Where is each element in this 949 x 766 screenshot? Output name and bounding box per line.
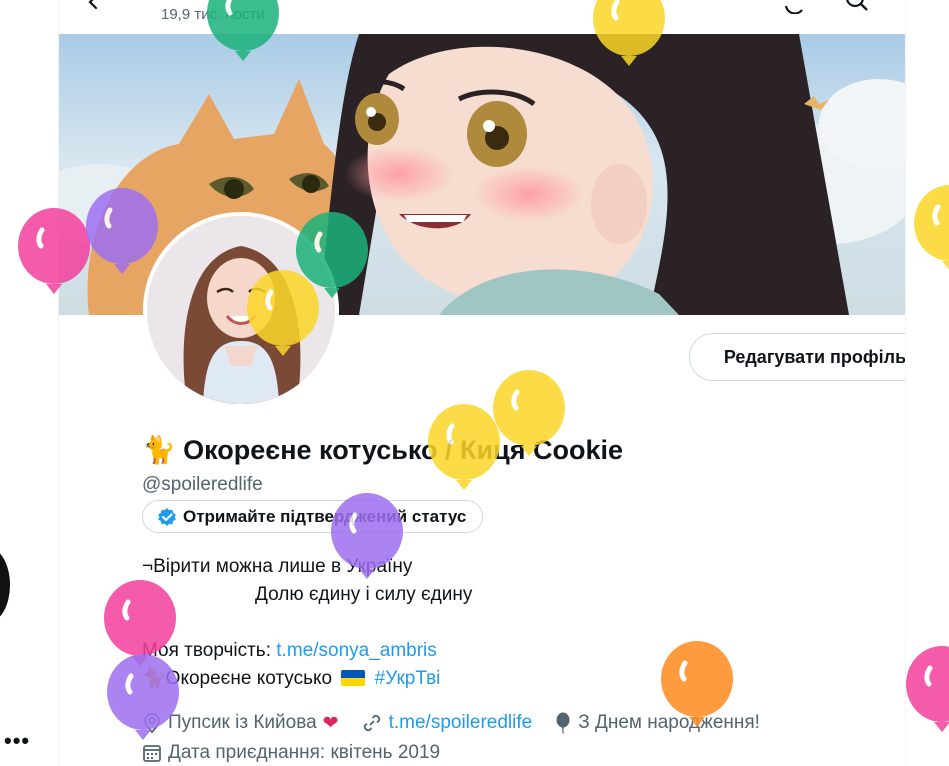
- profile-column: 19,9 тис. пости Редагувати профіль 🐈 Око…: [58, 0, 906, 766]
- bio-line-2: Долю єдину і силу єдину: [255, 584, 473, 605]
- arrow-left-icon[interactable]: [83, 0, 103, 12]
- ukraine-flag-icon: [341, 670, 366, 686]
- post-count: 19,9 тис. пости: [161, 6, 265, 23]
- bio-creativity-label: Моя творчість:: [142, 640, 277, 661]
- get-verified-label: Отримайте підтверджений статус: [183, 506, 467, 526]
- link-icon: [363, 714, 380, 732]
- location-item: Пупсик із Кийова ❤: [142, 712, 339, 735]
- more-options-icon[interactable]: •••: [4, 728, 30, 754]
- edit-profile-button[interactable]: Редагувати профіль: [689, 333, 905, 381]
- balloon-icon: [556, 712, 570, 734]
- cat-emoji: 🐈: [142, 435, 176, 465]
- birthday-item: З Днем народження!: [554, 712, 760, 734]
- account-avatar[interactable]: [0, 548, 10, 622]
- balloon-pink-icon: [906, 646, 949, 732]
- verified-badge-icon: [158, 507, 176, 526]
- bio-line-4: 🐈Окореєне котусько #УкрТві: [142, 665, 472, 693]
- left-nav-rail: •••: [0, 0, 58, 766]
- bio-line-3: Моя творчість: t.me/sonya_ambris: [142, 637, 472, 665]
- profile-header-bar: 19,9 тис. пости: [59, 0, 905, 34]
- balloon-yellow-icon: [914, 185, 949, 270]
- bio-line-1: ¬Вірити можна лише в Україну: [142, 556, 413, 577]
- birthday-text: З Днем народження!: [578, 712, 760, 733]
- profile-meta: Пупсик із Кийова ❤ t.me/spoileredlife З …: [142, 708, 782, 766]
- website-item: t.me/spoileredlife: [361, 712, 533, 734]
- bio-line-4-text: Окореєне котусько: [165, 668, 333, 689]
- joined-text: Дата приєднання: квітень 2019: [168, 742, 441, 763]
- location-pin-icon: [144, 713, 160, 734]
- profile-avatar[interactable]: [143, 212, 339, 408]
- bio-cat-emoji: 🐈: [142, 668, 166, 689]
- retweet-icon[interactable]: [781, 0, 807, 14]
- search-icon[interactable]: [845, 0, 869, 14]
- location-text: Пупсик із Кийова: [168, 712, 317, 733]
- bio-blank-line: [142, 609, 472, 637]
- bio-creativity-link[interactable]: t.me/sonya_ambris: [276, 640, 437, 661]
- display-name: 🐈 Окореєне котусько / Киця Cookie: [142, 434, 623, 466]
- get-verified-button[interactable]: Отримайте підтверджений статус: [142, 500, 484, 533]
- heart-emoji: ❤: [322, 712, 339, 734]
- user-handle: @spoileredlife: [142, 474, 263, 495]
- profile-bio: ¬Вірити можна лише в Україну Долю єдину …: [142, 553, 472, 693]
- website-link[interactable]: t.me/spoileredlife: [389, 712, 533, 734]
- hashtag-link[interactable]: #УкрТві: [375, 668, 441, 689]
- calendar-icon: [143, 745, 161, 762]
- joined-item: Дата приєднання: квітень 2019: [142, 742, 440, 764]
- display-name-text: Окореєне котусько / Киця Cookie: [183, 435, 623, 465]
